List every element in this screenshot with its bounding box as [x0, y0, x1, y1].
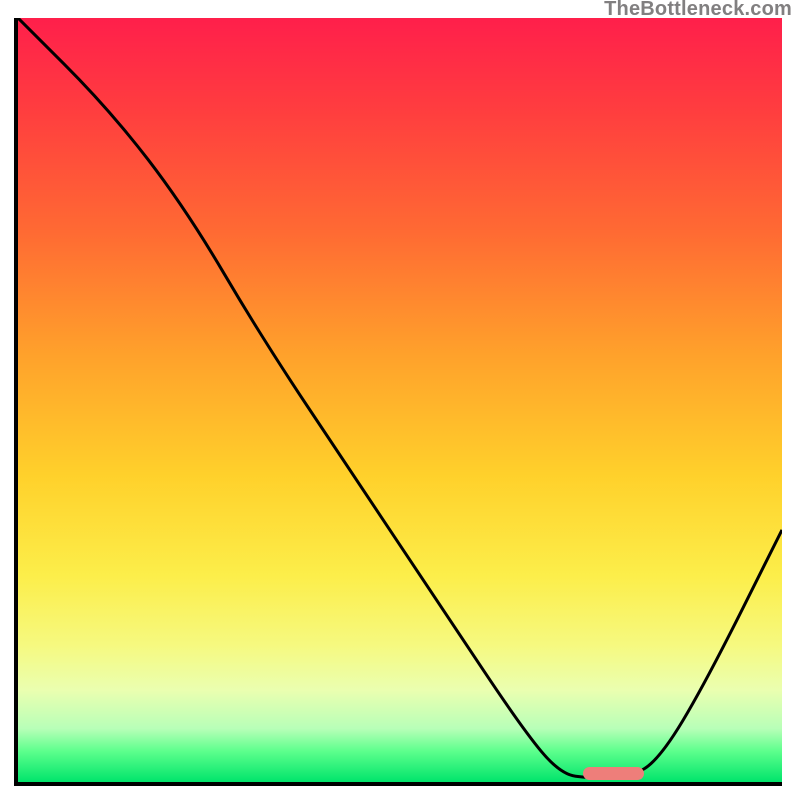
- y-axis: [14, 18, 18, 786]
- x-axis: [18, 782, 782, 786]
- bottleneck-chart: TheBottleneck.com: [0, 0, 800, 800]
- bottleneck-curve-path: [18, 18, 782, 778]
- optimal-range-marker: [583, 767, 644, 780]
- curve-svg: [18, 18, 782, 782]
